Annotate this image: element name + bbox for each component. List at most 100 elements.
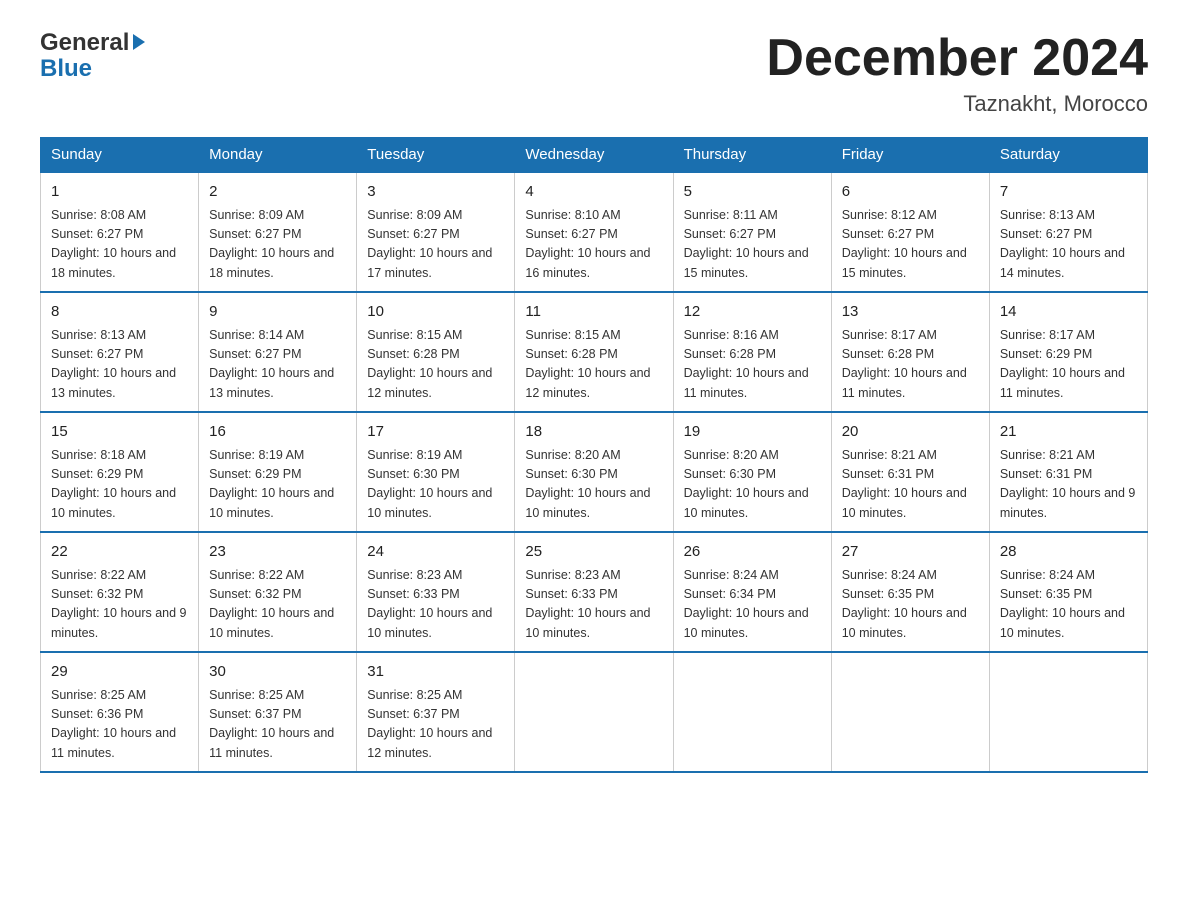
day-number: 26 [684, 541, 821, 564]
day-number: 27 [842, 541, 979, 564]
day-info: Sunrise: 8:11 AMSunset: 6:27 PMDaylight:… [684, 206, 821, 284]
table-row: 6Sunrise: 8:12 AMSunset: 6:27 PMDaylight… [831, 172, 989, 292]
day-number: 30 [209, 661, 346, 684]
col-thursday: Thursday [673, 138, 831, 173]
day-info: Sunrise: 8:16 AMSunset: 6:28 PMDaylight:… [684, 326, 821, 404]
logo-general-text: General [40, 30, 129, 56]
table-row: 10Sunrise: 8:15 AMSunset: 6:28 PMDayligh… [357, 292, 515, 412]
day-info: Sunrise: 8:22 AMSunset: 6:32 PMDaylight:… [51, 566, 188, 644]
day-info: Sunrise: 8:25 AMSunset: 6:37 PMDaylight:… [209, 686, 346, 764]
day-info: Sunrise: 8:24 AMSunset: 6:34 PMDaylight:… [684, 566, 821, 644]
day-info: Sunrise: 8:20 AMSunset: 6:30 PMDaylight:… [525, 446, 662, 524]
calendar-week-row: 29Sunrise: 8:25 AMSunset: 6:36 PMDayligh… [41, 652, 1148, 772]
table-row: 27Sunrise: 8:24 AMSunset: 6:35 PMDayligh… [831, 532, 989, 652]
day-number: 24 [367, 541, 504, 564]
day-info: Sunrise: 8:14 AMSunset: 6:27 PMDaylight:… [209, 326, 346, 404]
table-row: 2Sunrise: 8:09 AMSunset: 6:27 PMDaylight… [199, 172, 357, 292]
table-row: 26Sunrise: 8:24 AMSunset: 6:34 PMDayligh… [673, 532, 831, 652]
day-info: Sunrise: 8:17 AMSunset: 6:29 PMDaylight:… [1000, 326, 1137, 404]
day-info: Sunrise: 8:25 AMSunset: 6:37 PMDaylight:… [367, 686, 504, 764]
day-info: Sunrise: 8:13 AMSunset: 6:27 PMDaylight:… [1000, 206, 1137, 284]
day-number: 4 [525, 181, 662, 204]
table-row: 21Sunrise: 8:21 AMSunset: 6:31 PMDayligh… [989, 412, 1147, 532]
day-number: 29 [51, 661, 188, 684]
calendar-table: Sunday Monday Tuesday Wednesday Thursday… [40, 137, 1148, 773]
day-info: Sunrise: 8:23 AMSunset: 6:33 PMDaylight:… [525, 566, 662, 644]
day-info: Sunrise: 8:24 AMSunset: 6:35 PMDaylight:… [842, 566, 979, 644]
day-number: 20 [842, 421, 979, 444]
table-row: 9Sunrise: 8:14 AMSunset: 6:27 PMDaylight… [199, 292, 357, 412]
table-row: 11Sunrise: 8:15 AMSunset: 6:28 PMDayligh… [515, 292, 673, 412]
table-row [989, 652, 1147, 772]
calendar-header-row: Sunday Monday Tuesday Wednesday Thursday… [41, 138, 1148, 173]
table-row [831, 652, 989, 772]
table-row: 19Sunrise: 8:20 AMSunset: 6:30 PMDayligh… [673, 412, 831, 532]
calendar-week-row: 1Sunrise: 8:08 AMSunset: 6:27 PMDaylight… [41, 172, 1148, 292]
col-friday: Friday [831, 138, 989, 173]
day-number: 17 [367, 421, 504, 444]
table-row: 8Sunrise: 8:13 AMSunset: 6:27 PMDaylight… [41, 292, 199, 412]
day-number: 15 [51, 421, 188, 444]
day-info: Sunrise: 8:19 AMSunset: 6:30 PMDaylight:… [367, 446, 504, 524]
table-row: 1Sunrise: 8:08 AMSunset: 6:27 PMDaylight… [41, 172, 199, 292]
day-number: 6 [842, 181, 979, 204]
table-row: 12Sunrise: 8:16 AMSunset: 6:28 PMDayligh… [673, 292, 831, 412]
table-row: 5Sunrise: 8:11 AMSunset: 6:27 PMDaylight… [673, 172, 831, 292]
table-row: 15Sunrise: 8:18 AMSunset: 6:29 PMDayligh… [41, 412, 199, 532]
table-row: 28Sunrise: 8:24 AMSunset: 6:35 PMDayligh… [989, 532, 1147, 652]
day-number: 31 [367, 661, 504, 684]
day-info: Sunrise: 8:15 AMSunset: 6:28 PMDaylight:… [367, 326, 504, 404]
day-number: 23 [209, 541, 346, 564]
day-number: 22 [51, 541, 188, 564]
col-saturday: Saturday [989, 138, 1147, 173]
col-wednesday: Wednesday [515, 138, 673, 173]
table-row: 20Sunrise: 8:21 AMSunset: 6:31 PMDayligh… [831, 412, 989, 532]
day-info: Sunrise: 8:20 AMSunset: 6:30 PMDaylight:… [684, 446, 821, 524]
day-number: 18 [525, 421, 662, 444]
day-number: 8 [51, 301, 188, 324]
location-subtitle: Taznakht, Morocco [766, 91, 1148, 117]
table-row: 30Sunrise: 8:25 AMSunset: 6:37 PMDayligh… [199, 652, 357, 772]
day-info: Sunrise: 8:18 AMSunset: 6:29 PMDaylight:… [51, 446, 188, 524]
calendar-week-row: 15Sunrise: 8:18 AMSunset: 6:29 PMDayligh… [41, 412, 1148, 532]
day-number: 21 [1000, 421, 1137, 444]
month-title: December 2024 [766, 30, 1148, 87]
calendar-week-row: 8Sunrise: 8:13 AMSunset: 6:27 PMDaylight… [41, 292, 1148, 412]
day-number: 1 [51, 181, 188, 204]
day-number: 5 [684, 181, 821, 204]
day-info: Sunrise: 8:21 AMSunset: 6:31 PMDaylight:… [1000, 446, 1137, 524]
logo-triangle-icon [133, 34, 145, 50]
day-info: Sunrise: 8:19 AMSunset: 6:29 PMDaylight:… [209, 446, 346, 524]
day-info: Sunrise: 8:10 AMSunset: 6:27 PMDaylight:… [525, 206, 662, 284]
day-info: Sunrise: 8:17 AMSunset: 6:28 PMDaylight:… [842, 326, 979, 404]
table-row: 22Sunrise: 8:22 AMSunset: 6:32 PMDayligh… [41, 532, 199, 652]
col-monday: Monday [199, 138, 357, 173]
table-row: 29Sunrise: 8:25 AMSunset: 6:36 PMDayligh… [41, 652, 199, 772]
table-row: 23Sunrise: 8:22 AMSunset: 6:32 PMDayligh… [199, 532, 357, 652]
title-section: December 2024 Taznakht, Morocco [766, 30, 1148, 117]
day-info: Sunrise: 8:25 AMSunset: 6:36 PMDaylight:… [51, 686, 188, 764]
table-row: 18Sunrise: 8:20 AMSunset: 6:30 PMDayligh… [515, 412, 673, 532]
col-sunday: Sunday [41, 138, 199, 173]
table-row: 24Sunrise: 8:23 AMSunset: 6:33 PMDayligh… [357, 532, 515, 652]
day-info: Sunrise: 8:22 AMSunset: 6:32 PMDaylight:… [209, 566, 346, 644]
day-info: Sunrise: 8:09 AMSunset: 6:27 PMDaylight:… [367, 206, 504, 284]
day-number: 14 [1000, 301, 1137, 324]
day-info: Sunrise: 8:23 AMSunset: 6:33 PMDaylight:… [367, 566, 504, 644]
day-number: 7 [1000, 181, 1137, 204]
table-row: 13Sunrise: 8:17 AMSunset: 6:28 PMDayligh… [831, 292, 989, 412]
table-row: 7Sunrise: 8:13 AMSunset: 6:27 PMDaylight… [989, 172, 1147, 292]
day-number: 11 [525, 301, 662, 324]
table-row [673, 652, 831, 772]
day-number: 28 [1000, 541, 1137, 564]
table-row [515, 652, 673, 772]
day-number: 19 [684, 421, 821, 444]
day-number: 2 [209, 181, 346, 204]
page-header: General Blue December 2024 Taznakht, Mor… [40, 30, 1148, 117]
day-info: Sunrise: 8:21 AMSunset: 6:31 PMDaylight:… [842, 446, 979, 524]
day-info: Sunrise: 8:12 AMSunset: 6:27 PMDaylight:… [842, 206, 979, 284]
table-row: 14Sunrise: 8:17 AMSunset: 6:29 PMDayligh… [989, 292, 1147, 412]
day-number: 16 [209, 421, 346, 444]
table-row: 17Sunrise: 8:19 AMSunset: 6:30 PMDayligh… [357, 412, 515, 532]
table-row: 25Sunrise: 8:23 AMSunset: 6:33 PMDayligh… [515, 532, 673, 652]
